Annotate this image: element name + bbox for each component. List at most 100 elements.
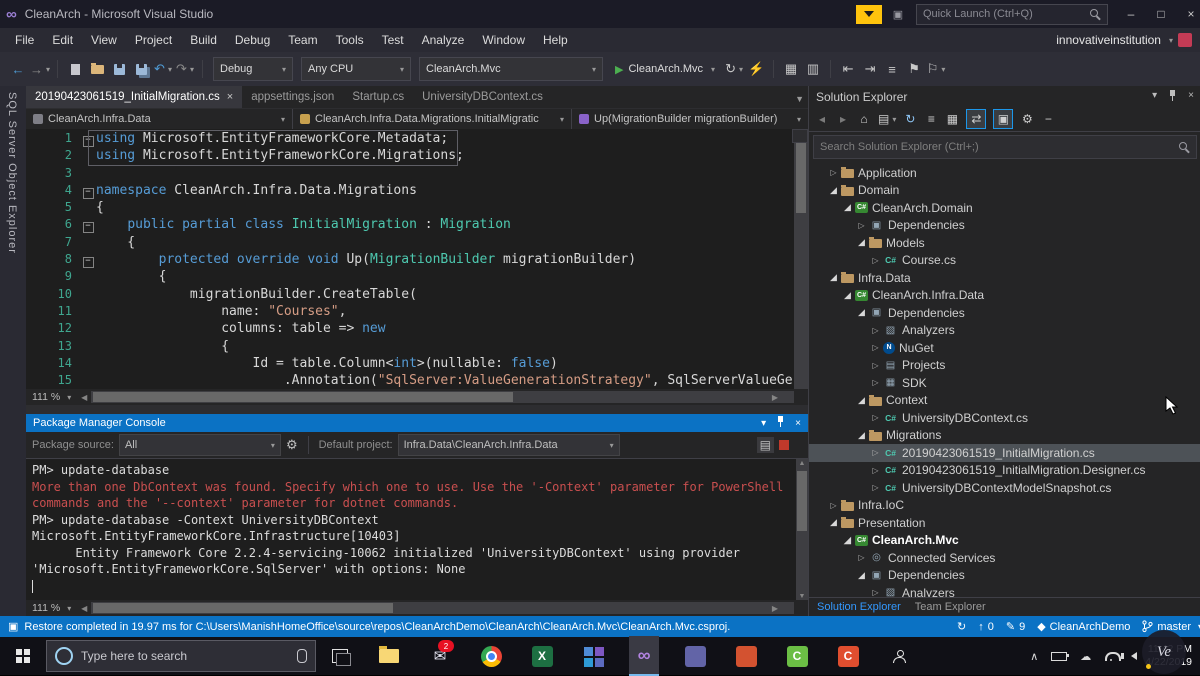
taskbar-app-people[interactable] [884,637,914,675]
code-line[interactable]: 1− using Microsoft.EntityFrameworkCore.Me… [26,130,808,147]
project-dropdown[interactable]: CleanArch.Infra.Data ▾ [26,109,293,129]
taskbar-app-file-explorer[interactable] [374,637,404,675]
code-line[interactable]: 12 columns: table => new [26,320,808,337]
stop-icon[interactable] [779,440,789,450]
split-editor-handle[interactable] [792,129,808,143]
code-line[interactable]: 15 .Annotation("SqlServer:ValueGeneratio… [26,372,808,389]
chevron-collapsed-icon[interactable]: ▷ [869,483,882,492]
onedrive-icon[interactable]: ☁ [1080,650,1091,663]
account-menu[interactable]: innovativeinstitution ▾ [1056,33,1200,47]
menu-item-file[interactable]: File [6,28,43,52]
code-line[interactable]: 11 name: "Courses", [26,303,808,320]
chevron-expanded-icon[interactable]: ◢ [827,272,840,283]
fold-margin[interactable]: − [80,182,96,199]
member-dropdown[interactable]: Up(MigrationBuilder migrationBuilder) ▾ [572,109,808,129]
code-line[interactable]: 3 [26,165,808,182]
pending-changes-status[interactable]: ✎ 9 [1006,620,1025,634]
home-icon[interactable]: ⌂ [857,110,871,128]
clear-console-icon[interactable]: ▤ [756,437,774,453]
tree-item[interactable]: ▷ ▧ Analyzers [809,322,1200,340]
pin-icon[interactable] [776,416,785,430]
taskbar-app-tiles-app[interactable] [578,637,608,675]
menu-item-help[interactable]: Help [534,28,577,52]
configuration-select[interactable]: Debug ▾ [213,57,293,81]
scrollbar-thumb[interactable] [93,392,514,402]
collapse-region-icon[interactable]: − [82,136,94,147]
sync-status[interactable]: ↻ [957,620,966,633]
code-line[interactable]: 8− protected override void Up(MigrationB… [26,251,808,269]
chevron-collapsed-icon[interactable]: ▷ [869,326,882,335]
quick-launch-input[interactable]: Quick Launch (Ctrl+Q) [916,3,1108,25]
menu-item-project[interactable]: Project [126,28,181,52]
chevron-collapsed-icon[interactable]: ▷ [869,588,882,597]
chevron-expanded-icon[interactable]: ◢ [827,185,840,196]
document-tab[interactable]: Startup.cs [343,86,413,108]
scroll-right-arrow-icon[interactable]: ▶ [768,604,782,613]
open-file-icon[interactable] [87,58,107,80]
tree-item[interactable]: ▷ ▦ SDK [809,374,1200,392]
document-tab[interactable]: appsettings.json [242,86,343,108]
tree-item[interactable]: ▷ ◎ Connected Services [809,549,1200,567]
comment-icon[interactable]: ≡ [882,58,902,80]
tree-item[interactable]: ◢ ▣ Dependencies [809,304,1200,322]
collapse-all-icon[interactable]: ≡ [924,110,938,128]
chevron-expanded-icon[interactable]: ◢ [855,430,868,441]
preview-selected-items-icon[interactable]: ▣ [993,109,1014,129]
taskbar-app-mail[interactable]: ✉ 2 [425,637,455,675]
properties-icon[interactable]: ⚙ [1020,110,1034,128]
taskbar-app-chrome[interactable] [476,637,506,675]
fold-margin[interactable]: − [80,216,96,234]
menu-item-tools[interactable]: Tools [327,28,373,52]
menu-item-build[interactable]: Build [181,28,226,52]
chevron-collapsed-icon[interactable]: ▷ [869,256,882,265]
task-view-button[interactable] [332,649,351,666]
editor-vertical-scrollbar[interactable] [792,129,808,389]
navigate-backward-icon[interactable]: ← [8,58,28,80]
chevron-expanded-icon[interactable]: ◢ [855,307,868,318]
solution-explorer-search-input[interactable]: Search Solution Explorer (Ctrl+;) [813,135,1197,159]
show-all-files-icon[interactable]: ▦ [945,110,959,128]
console-zoom-control[interactable]: 111 % ▾ [26,602,77,614]
close-tab-icon[interactable]: × [227,91,233,103]
menu-item-window[interactable]: Window [473,28,534,52]
panel-splitter[interactable] [26,405,808,414]
chevron-expanded-icon[interactable]: ◢ [841,535,854,546]
start-button[interactable] [0,637,46,675]
tree-item[interactable]: ▷ N NuGet [809,339,1200,357]
default-project-select[interactable]: Infra.Data\CleanArch.Infra.Data ▾ [397,434,620,456]
tree-item[interactable]: ▷ C# Course.cs [809,252,1200,270]
new-file-icon[interactable] [65,58,85,80]
collapse-region-icon[interactable]: − [82,222,94,234]
scrollbar-thumb[interactable] [797,471,807,531]
undo-icon[interactable]: ↶ ▾ [153,58,173,80]
window-position-icon[interactable]: ▾ [761,418,766,429]
code-line[interactable]: 4− namespace CleanArch.Infra.Data.Migrati… [26,182,808,199]
filter-notification-button[interactable] [856,4,882,24]
fold-margin[interactable]: − [80,130,96,147]
console-caret-line[interactable] [32,578,802,595]
close-icon[interactable]: × [1188,90,1194,104]
tree-item[interactable]: ◢ Models [809,234,1200,252]
chevron-collapsed-icon[interactable]: ▷ [855,221,868,230]
chevron-collapsed-icon[interactable]: ▷ [869,361,882,370]
save-icon[interactable] [109,58,129,80]
bookmark-icon[interactable]: ⚑ [904,58,924,80]
tree-item[interactable]: ▷ ▣ Dependencies [809,217,1200,235]
network-icon[interactable] [1104,651,1122,661]
sql-server-object-explorer-tab[interactable]: SQL Server Object Explorer [0,86,27,616]
indent-increase-icon[interactable]: ⇥ [860,58,880,80]
console-horizontal-scrollbar[interactable] [91,602,794,614]
code-line[interactable]: 14 Id = table.Column<int>(nullable: fals… [26,355,808,372]
startup-project-select[interactable]: CleanArch.Mvc ▾ [419,57,603,81]
taskbar-app-visual-studio[interactable]: ∞ [629,636,659,676]
chevron-collapsed-icon[interactable]: ▷ [869,466,882,475]
redo-icon[interactable]: ↷ ▾ [175,58,195,80]
scroll-right-arrow-icon[interactable]: ▶ [768,393,782,402]
refresh-icon[interactable]: ↻ ▾ [724,58,744,80]
start-debugging-button[interactable]: ▶ CleanArch.Mvc ▾ [608,58,722,80]
chevron-collapsed-icon[interactable]: ▷ [869,378,882,387]
tree-item[interactable]: ◢ C# CleanArch.Infra.Data [809,287,1200,305]
minimize-button[interactable]: – [1116,0,1146,28]
tree-item[interactable]: ◢ Migrations [809,427,1200,445]
chevron-collapsed-icon[interactable]: ▷ [827,168,840,177]
